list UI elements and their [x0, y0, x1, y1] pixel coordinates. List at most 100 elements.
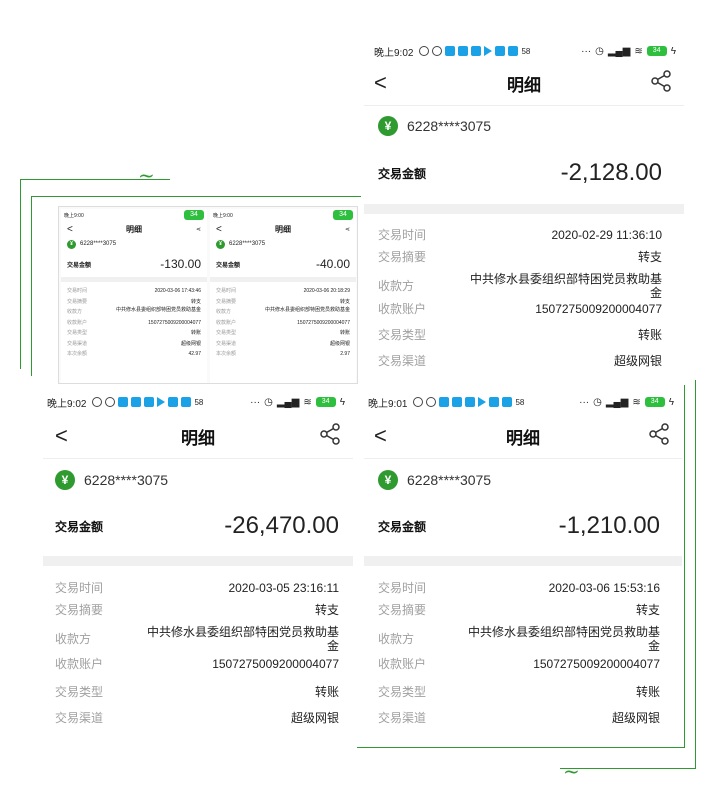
share-icon[interactable]: ⋖ — [345, 226, 350, 233]
row-label: 收款账户 — [216, 319, 237, 326]
row-value: 转支 — [637, 250, 662, 264]
section-divider — [43, 556, 353, 566]
battery-icon: 34 — [646, 46, 667, 56]
app-notification-icon — [471, 46, 482, 56]
thumbnail-strip: 晚上9:00 34 < 明细 ⋖ ¥6228****3075 交易金额 -130… — [58, 206, 358, 384]
back-button[interactable]: < — [374, 70, 387, 96]
row-value: 2.97 — [340, 351, 350, 357]
app-notification-icon — [508, 46, 519, 56]
amount-row: 交易金额 -1,210.00 — [378, 506, 660, 546]
row-value: 中共修水县委组织部特困党员救助基金 — [264, 307, 350, 313]
back-button[interactable]: < — [216, 224, 222, 235]
back-button[interactable]: < — [67, 224, 73, 235]
frame-line-mid — [31, 196, 361, 197]
row-label: 收款方 — [378, 279, 415, 293]
app-notification-icon — [92, 397, 103, 407]
detail-row-summary: 交易摘要 转支 — [378, 601, 660, 623]
share-icon[interactable] — [648, 422, 670, 450]
amount-value: -40.00 — [315, 257, 350, 271]
detail-row-account: 收款账户 1507275009200004077 — [378, 300, 662, 322]
nav-bar: < 明细 — [43, 415, 353, 457]
signal-icon: ▂▄▆ — [276, 396, 300, 408]
row-value: 42.97 — [188, 351, 201, 357]
row-value: 转账 — [635, 685, 660, 699]
app-notification-icon — [419, 46, 430, 56]
amount-value: -1,210.00 — [558, 512, 660, 539]
app-notification-icon — [131, 397, 142, 407]
frame-line-bottom — [560, 768, 696, 769]
row-label: 交易类型 — [216, 330, 237, 336]
row-label: 交易类型 — [55, 685, 104, 699]
row-value: 中共修水县委组织部特困党员救助基金 — [467, 625, 660, 653]
row-value: 中共修水县委组织部特困党员救助基金 — [115, 307, 201, 313]
row-label: 收款账户 — [55, 657, 104, 671]
card-number: 6228****3075 — [407, 472, 492, 488]
share-icon[interactable]: ⋖ — [196, 226, 201, 233]
app-notification-icon — [426, 397, 437, 407]
detail-row-channel: 交易渠道 超级网银 — [378, 348, 662, 374]
nav-bar: < 明细 — [364, 62, 684, 104]
row-label: 收款方 — [216, 309, 232, 315]
row-value: 转账 — [339, 330, 350, 336]
thumbnail-screen-1: 晚上9:00 34 < 明细 ⋖ ¥6228****3075 交易金额 -130… — [61, 209, 207, 383]
row-value: 2020-03-06 20:18:29 — [303, 288, 350, 294]
app-notification-icon — [105, 397, 116, 407]
row-label: 交易渠道 — [216, 340, 237, 347]
card-number: 6228****3075 — [80, 241, 117, 247]
row-label: 交易类型 — [378, 328, 427, 342]
detail-row-time: 交易时间 2020-03-05 23:16:11 — [55, 579, 339, 601]
signal-icon: ▂▄▆ — [605, 396, 629, 408]
amount-label: 交易金额 — [67, 262, 92, 269]
section-divider — [364, 556, 682, 566]
app-notification-icon — [413, 397, 424, 407]
page-title: 明细 — [506, 428, 540, 448]
frame-line-right — [695, 380, 696, 768]
status-bar: 晚上9:01 58 ··· ◷ ▂▄▆ ≋ 34 ϟ — [368, 392, 674, 412]
row-label: 交易时间 — [67, 288, 88, 294]
back-button[interactable]: < — [55, 423, 68, 449]
app-notification-icon — [144, 397, 155, 407]
card-number: 6228****3075 — [229, 241, 266, 247]
card-number: 6228****3075 — [84, 472, 169, 488]
card-row: ¥6228****3075 — [55, 470, 168, 490]
battery-icon: 34 — [184, 210, 204, 220]
detail-row-channel: 交易渠道 超级网银 — [55, 705, 339, 731]
row-value: 2020-02-29 11:36:10 — [551, 228, 662, 242]
thumbnail-screen-2: 晚上9:00 34 < 明细 ⋖ ¥6228****3075 交易金额 -40.… — [210, 209, 356, 383]
card-row: ¥6228****3075 — [378, 470, 491, 490]
share-icon[interactable] — [650, 69, 672, 97]
squiggle-decoration: ~ — [563, 759, 580, 783]
detail-row-type: 交易类型 转账 — [378, 322, 662, 348]
row-value: 转支 — [339, 298, 350, 305]
status-bar: 晚上9:02 58 ··· ◷ ▂▄▆ ≋ 34 ϟ — [374, 41, 676, 61]
row-value: 1507275009200004077 — [148, 319, 201, 326]
row-value: 转账 — [637, 328, 662, 342]
row-value: 转支 — [190, 298, 201, 305]
app-notification-icon — [181, 397, 192, 407]
status-time: 晚上9:02 — [47, 398, 87, 410]
bank-logo-icon: ¥ — [55, 470, 75, 490]
amount-row: 交易金额 -26,470.00 — [55, 506, 339, 546]
page-title: 明细 — [275, 224, 291, 234]
detail-row-payee: 收款方 中共修水县委组织部特困党员救助基金 — [55, 623, 339, 653]
detail-row-channel: 交易渠道 超级网银 — [378, 705, 660, 731]
frame-line-inner-bottom — [357, 747, 685, 748]
app-notification-icon — [495, 46, 506, 56]
play-icon — [484, 46, 493, 56]
bank-logo-icon: ¥ — [378, 116, 398, 136]
row-label: 收款方 — [67, 309, 83, 315]
battery-icon: 34 — [644, 397, 665, 407]
back-button[interactable]: < — [374, 423, 387, 449]
row-label: 交易摘要 — [55, 603, 104, 617]
row-value: 转账 — [190, 330, 201, 336]
row-value: 转支 — [314, 603, 339, 617]
status-time: 晚上9:01 — [368, 398, 408, 410]
badge-count: 58 — [521, 46, 531, 56]
share-icon[interactable] — [319, 422, 341, 450]
wifi-icon: ≋ — [632, 396, 641, 408]
wifi-icon: ≋ — [634, 45, 643, 57]
app-notification-icon — [452, 397, 463, 407]
detail-row-summary: 交易摘要 转支 — [378, 248, 662, 270]
row-label: 交易时间 — [378, 581, 427, 595]
badge-count: 58 — [515, 397, 525, 407]
